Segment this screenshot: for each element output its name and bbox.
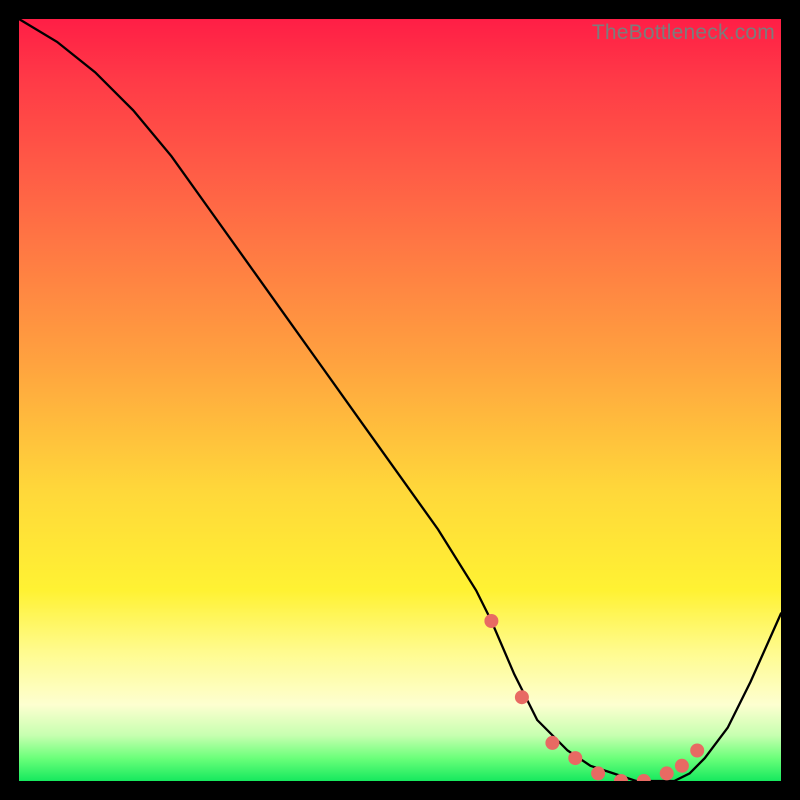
highlight-dot (515, 690, 529, 704)
highlight-dot (545, 736, 559, 750)
highlight-dot (568, 751, 582, 765)
highlight-dot (591, 766, 605, 780)
chart-svg (19, 19, 781, 781)
highlight-dot (690, 744, 704, 758)
highlight-dot (484, 614, 498, 628)
highlight-dot (637, 774, 651, 781)
highlight-dot (675, 759, 689, 773)
highlight-dots (484, 614, 704, 781)
highlight-dot (660, 766, 674, 780)
chart-frame: TheBottleneck.com (0, 0, 800, 800)
bottleneck-curve (19, 19, 781, 781)
chart-plot-area: TheBottleneck.com (19, 19, 781, 781)
